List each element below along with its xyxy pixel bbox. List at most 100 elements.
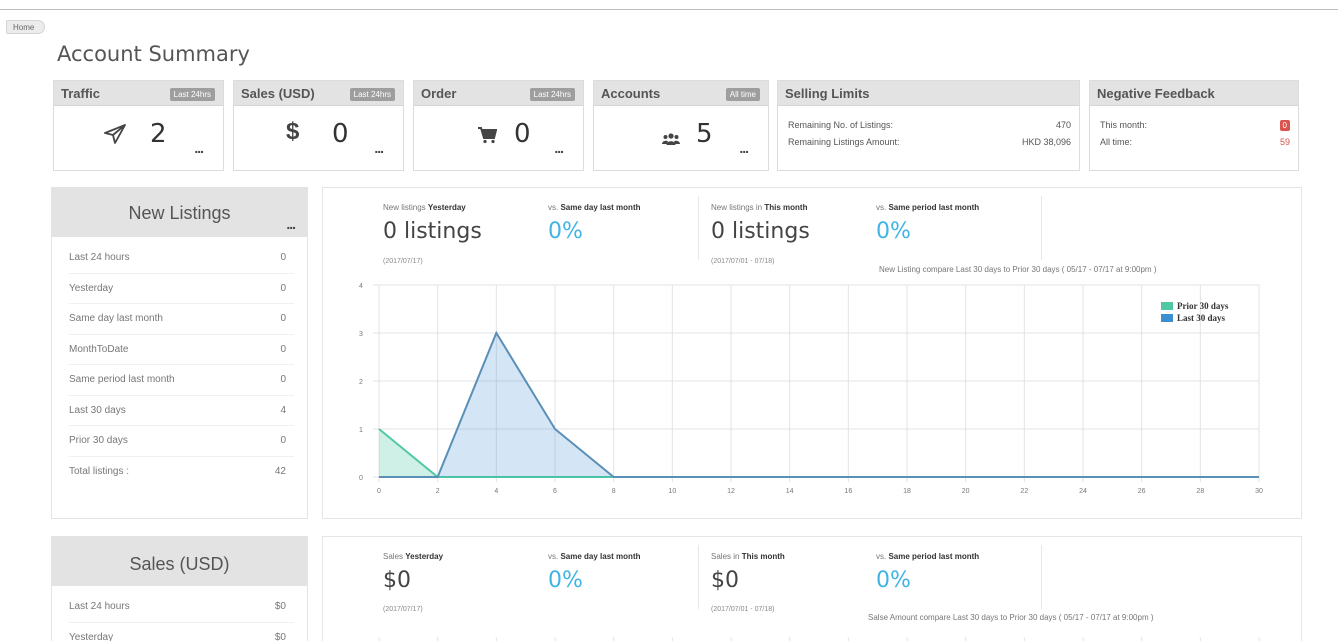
x-tick-label: 28 [1196, 488, 1204, 495]
chart-legend: Prior 30 days Last 30 days [1161, 301, 1228, 323]
selling-limits-card: Selling Limits Remaining No. of Listings… [777, 80, 1080, 171]
y-tick-label: 1 [359, 427, 363, 434]
row-label: Yesterday [69, 282, 114, 294]
x-tick-label: 22 [1020, 488, 1028, 495]
paper-plane-icon [104, 124, 126, 150]
accounts-value: 5 [696, 119, 713, 149]
feedback-month-label: This month: [1100, 120, 1148, 130]
row-label: Same day last month [69, 313, 163, 324]
sales-value: 0 [332, 119, 349, 149]
new-listings-chart-panel: New listings Yesterday 0 listings (2017/… [322, 187, 1302, 519]
sales-panel-title: Sales (USD) [129, 554, 230, 574]
list-item: Yesterday 0 [69, 274, 294, 304]
row-value: 0 [280, 343, 286, 355]
list-item: Last 30 days 4 [69, 396, 294, 426]
feedback-alltime-row: All time: 59 [1100, 137, 1290, 147]
x-tick-label: 16 [844, 488, 852, 495]
order-badge: Last 24hrs [529, 88, 575, 101]
list-item: Last 24 hours $0 [69, 592, 294, 623]
x-tick-label: 6 [553, 488, 557, 495]
new-listings-panel: New Listings ... Last 24 hours 0 Yesterda… [51, 187, 308, 519]
selling-limits-title: Selling Limits [785, 86, 870, 101]
top-divider [0, 9, 1338, 10]
accounts-title: Accounts [601, 86, 661, 101]
x-tick-label: 2 [436, 488, 440, 495]
users-icon [662, 126, 680, 152]
row-value: $0 [274, 631, 286, 641]
list-item: Same period last month 0 [69, 365, 294, 396]
sales-chart-axis [378, 637, 1260, 641]
list-item: Total listings : 42 [69, 457, 294, 488]
row-label: Last 30 days [69, 404, 126, 416]
accounts-card: Accounts All time 5 ... [593, 80, 769, 171]
order-card: Order Last 24hrs 0 ... [413, 80, 584, 171]
row-label: Total listings : [69, 465, 130, 477]
x-tick-label: 14 [786, 488, 794, 495]
traffic-value: 2 [150, 119, 167, 149]
list-item: Last 24 hours 0 [69, 243, 294, 274]
listings-chart: 012340 2 4 6 8 10 12 14 16 18 20 22 24 26 28 30 [359, 283, 1263, 495]
sales-chart-panel: Sales Yesterday $0 (2017/07/17) vs. Same… [322, 536, 1302, 641]
row-value: 0 [280, 374, 286, 385]
breadcrumb-home[interactable]: Home [6, 20, 46, 34]
sales-panel: Sales (USD) Last 24 hours $0 Yesterday $0 [51, 536, 308, 641]
x-tick-label: 24 [1079, 488, 1087, 495]
accounts-badge: All time [725, 88, 760, 101]
sales-title: Sales (USD) [241, 86, 315, 101]
remaining-listings-label: Remaining No. of Listings: [788, 120, 894, 130]
remaining-listings-row: Remaining No. of Listings: 470 [788, 120, 1071, 130]
order-title: Order [421, 86, 457, 101]
y-tick-label: 3 [359, 331, 363, 338]
sales-more-button[interactable]: ... [374, 140, 384, 156]
accounts-more-button[interactable]: ... [739, 140, 749, 156]
row-label: Same period last month [69, 374, 175, 385]
row-label: Last 24 hours [69, 252, 130, 263]
remaining-listings-value: 470 [1055, 120, 1071, 130]
negative-feedback-title: Negative Feedback [1097, 86, 1215, 101]
traffic-badge: Last 24hrs [169, 88, 215, 101]
x-tick-label: 10 [668, 488, 676, 495]
feedback-month-row: This month: 0 [1100, 120, 1290, 131]
feedback-alltime-value[interactable]: 59 [1280, 137, 1290, 147]
x-tick-label: 12 [727, 488, 735, 495]
list-item: Same day last month 0 [69, 304, 294, 335]
remaining-amount-row: Remaining Listings Amount: HKD 38,096 [788, 137, 1071, 147]
row-label: MonthToDate [69, 343, 129, 355]
list-item: Prior 30 days 0 [69, 426, 294, 457]
x-tick-label: 18 [903, 488, 911, 495]
legend-item-last[interactable]: Last 30 days [1161, 313, 1228, 323]
negative-feedback-card: Negative Feedback This month: 0 All time… [1089, 80, 1299, 171]
row-value: 0 [280, 282, 286, 294]
list-item: MonthToDate 0 [69, 335, 294, 365]
new-listings-title: New Listings [128, 203, 231, 223]
x-tick-label: 26 [1138, 488, 1146, 495]
sales-card: Sales (USD) Last 24hrs $ 0 ... [233, 80, 404, 171]
remaining-amount-label: Remaining Listings Amount: [788, 137, 900, 147]
dollar-icon: $ [286, 118, 300, 145]
feedback-alltime-label: All time: [1100, 137, 1133, 147]
new-listings-more-button[interactable]: ... [286, 216, 296, 232]
feedback-month-badge[interactable]: 0 [1279, 120, 1290, 131]
order-value: 0 [514, 119, 531, 149]
x-tick-label: 4 [494, 488, 498, 495]
x-tick-label: 30 [1255, 488, 1263, 495]
y-tick-label: 0 [359, 475, 363, 482]
page-title: Account Summary [57, 42, 250, 66]
y-tick-label: 4 [359, 283, 363, 290]
legend-label-prior: Prior 30 days [1177, 301, 1229, 311]
order-more-button[interactable]: ... [554, 140, 564, 156]
legend-label-last: Last 30 days [1177, 313, 1226, 323]
cart-icon [477, 124, 498, 150]
row-value: 4 [280, 404, 286, 416]
row-value: 42 [274, 465, 286, 477]
row-value: $0 [274, 601, 286, 612]
x-tick-label: 0 [377, 488, 381, 495]
legend-item-prior[interactable]: Prior 30 days [1161, 301, 1228, 311]
row-label: Yesterday [69, 631, 114, 641]
traffic-more-button[interactable]: ... [194, 140, 204, 156]
list-item: Yesterday $0 [69, 623, 294, 641]
x-tick-label: 8 [612, 488, 616, 495]
x-tick-label: 20 [962, 488, 970, 495]
legend-swatch-prior [1161, 302, 1173, 310]
row-value: 0 [280, 252, 286, 263]
